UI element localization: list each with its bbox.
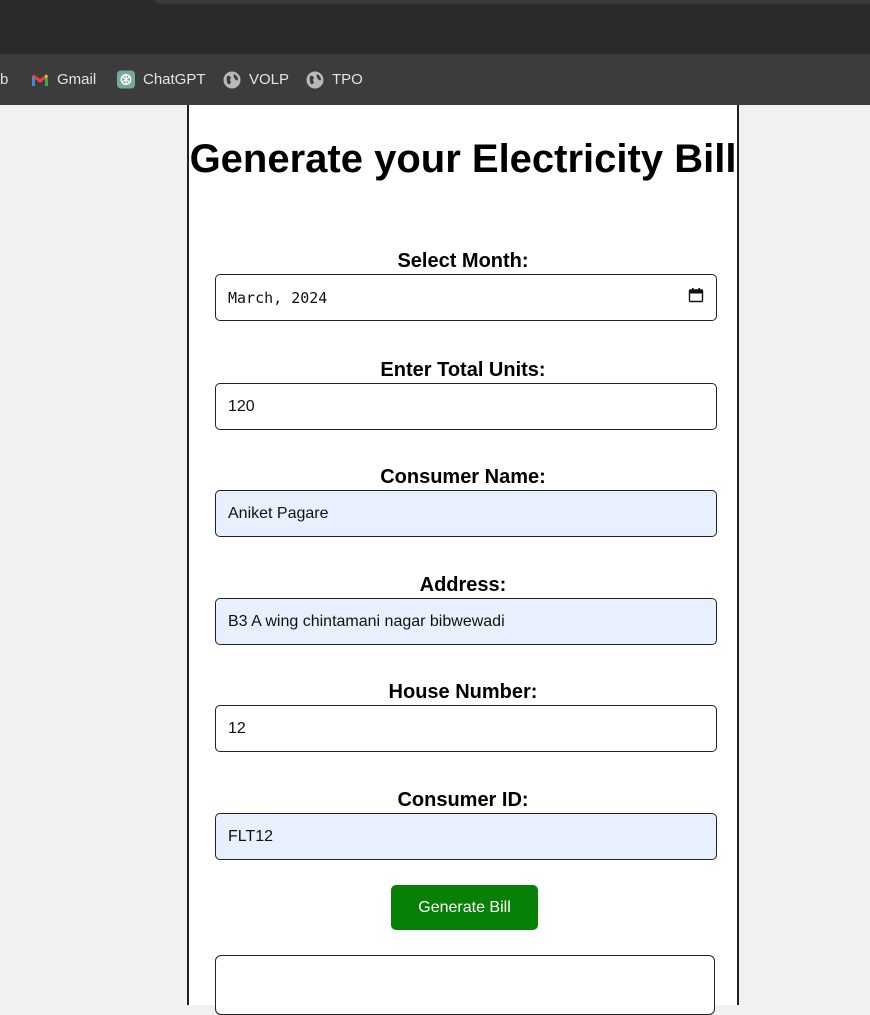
month-value: March, 2024	[228, 288, 328, 307]
bookmark-partial[interactable]: b	[0, 54, 8, 105]
consumer-name-input[interactable]: Aniket Pagare	[215, 490, 717, 537]
generate-bill-button[interactable]: Generate Bill	[391, 885, 538, 930]
units-value: 120	[228, 397, 255, 415]
browser-tab-strip	[0, 0, 870, 54]
gmail-icon	[31, 71, 49, 89]
globe-icon	[223, 71, 241, 89]
bookmark-chatgpt[interactable]: ChatGPT	[117, 54, 206, 105]
consumer-name-value: Aniket Pagare	[228, 504, 329, 522]
month-label: Select Month:	[397, 250, 529, 272]
bookmark-gmail[interactable]: Gmail	[31, 54, 96, 105]
bookmark-volp[interactable]: VOLP	[223, 54, 289, 105]
bookmark-label: TPO	[332, 71, 363, 88]
bookmarks-bar: b Gmail ChatGPT VOLP TPO	[0, 54, 870, 105]
bookmark-label: Gmail	[57, 71, 97, 88]
units-input[interactable]: 120	[215, 383, 717, 430]
house-number-input[interactable]: 12	[215, 705, 717, 752]
globe-icon	[306, 71, 324, 89]
page-title: Generate your Electricity Bill	[189, 137, 737, 181]
bookmark-tpo[interactable]: TPO	[306, 54, 363, 105]
consumer-name-label: Consumer Name:	[380, 466, 546, 488]
bookmark-label: VOLP	[249, 71, 290, 88]
consumer-id-label: Consumer ID:	[397, 789, 529, 811]
calendar-icon[interactable]	[688, 287, 704, 308]
units-label: Enter Total Units:	[380, 359, 546, 381]
bill-form-card: Generate your Electricity Bill Select Mo…	[187, 105, 739, 1015]
address-value: B3 A wing chintamani nagar bibwewadi	[228, 612, 505, 630]
bookmark-label: b	[0, 71, 9, 88]
address-input[interactable]: B3 A wing chintamani nagar bibwewadi	[215, 598, 717, 645]
address-label: Address:	[419, 574, 507, 596]
house-number-label: House Number:	[388, 681, 538, 703]
chatgpt-icon	[117, 70, 135, 89]
bill-output-box	[215, 955, 715, 1015]
consumer-id-value: FLT12	[228, 827, 274, 845]
active-tab-edge[interactable]	[150, 0, 870, 4]
consumer-id-input[interactable]: FLT12	[215, 813, 717, 860]
house-number-value: 12	[228, 719, 246, 737]
bookmark-label: ChatGPT	[143, 71, 206, 88]
month-input[interactable]: March, 2024	[215, 274, 717, 321]
